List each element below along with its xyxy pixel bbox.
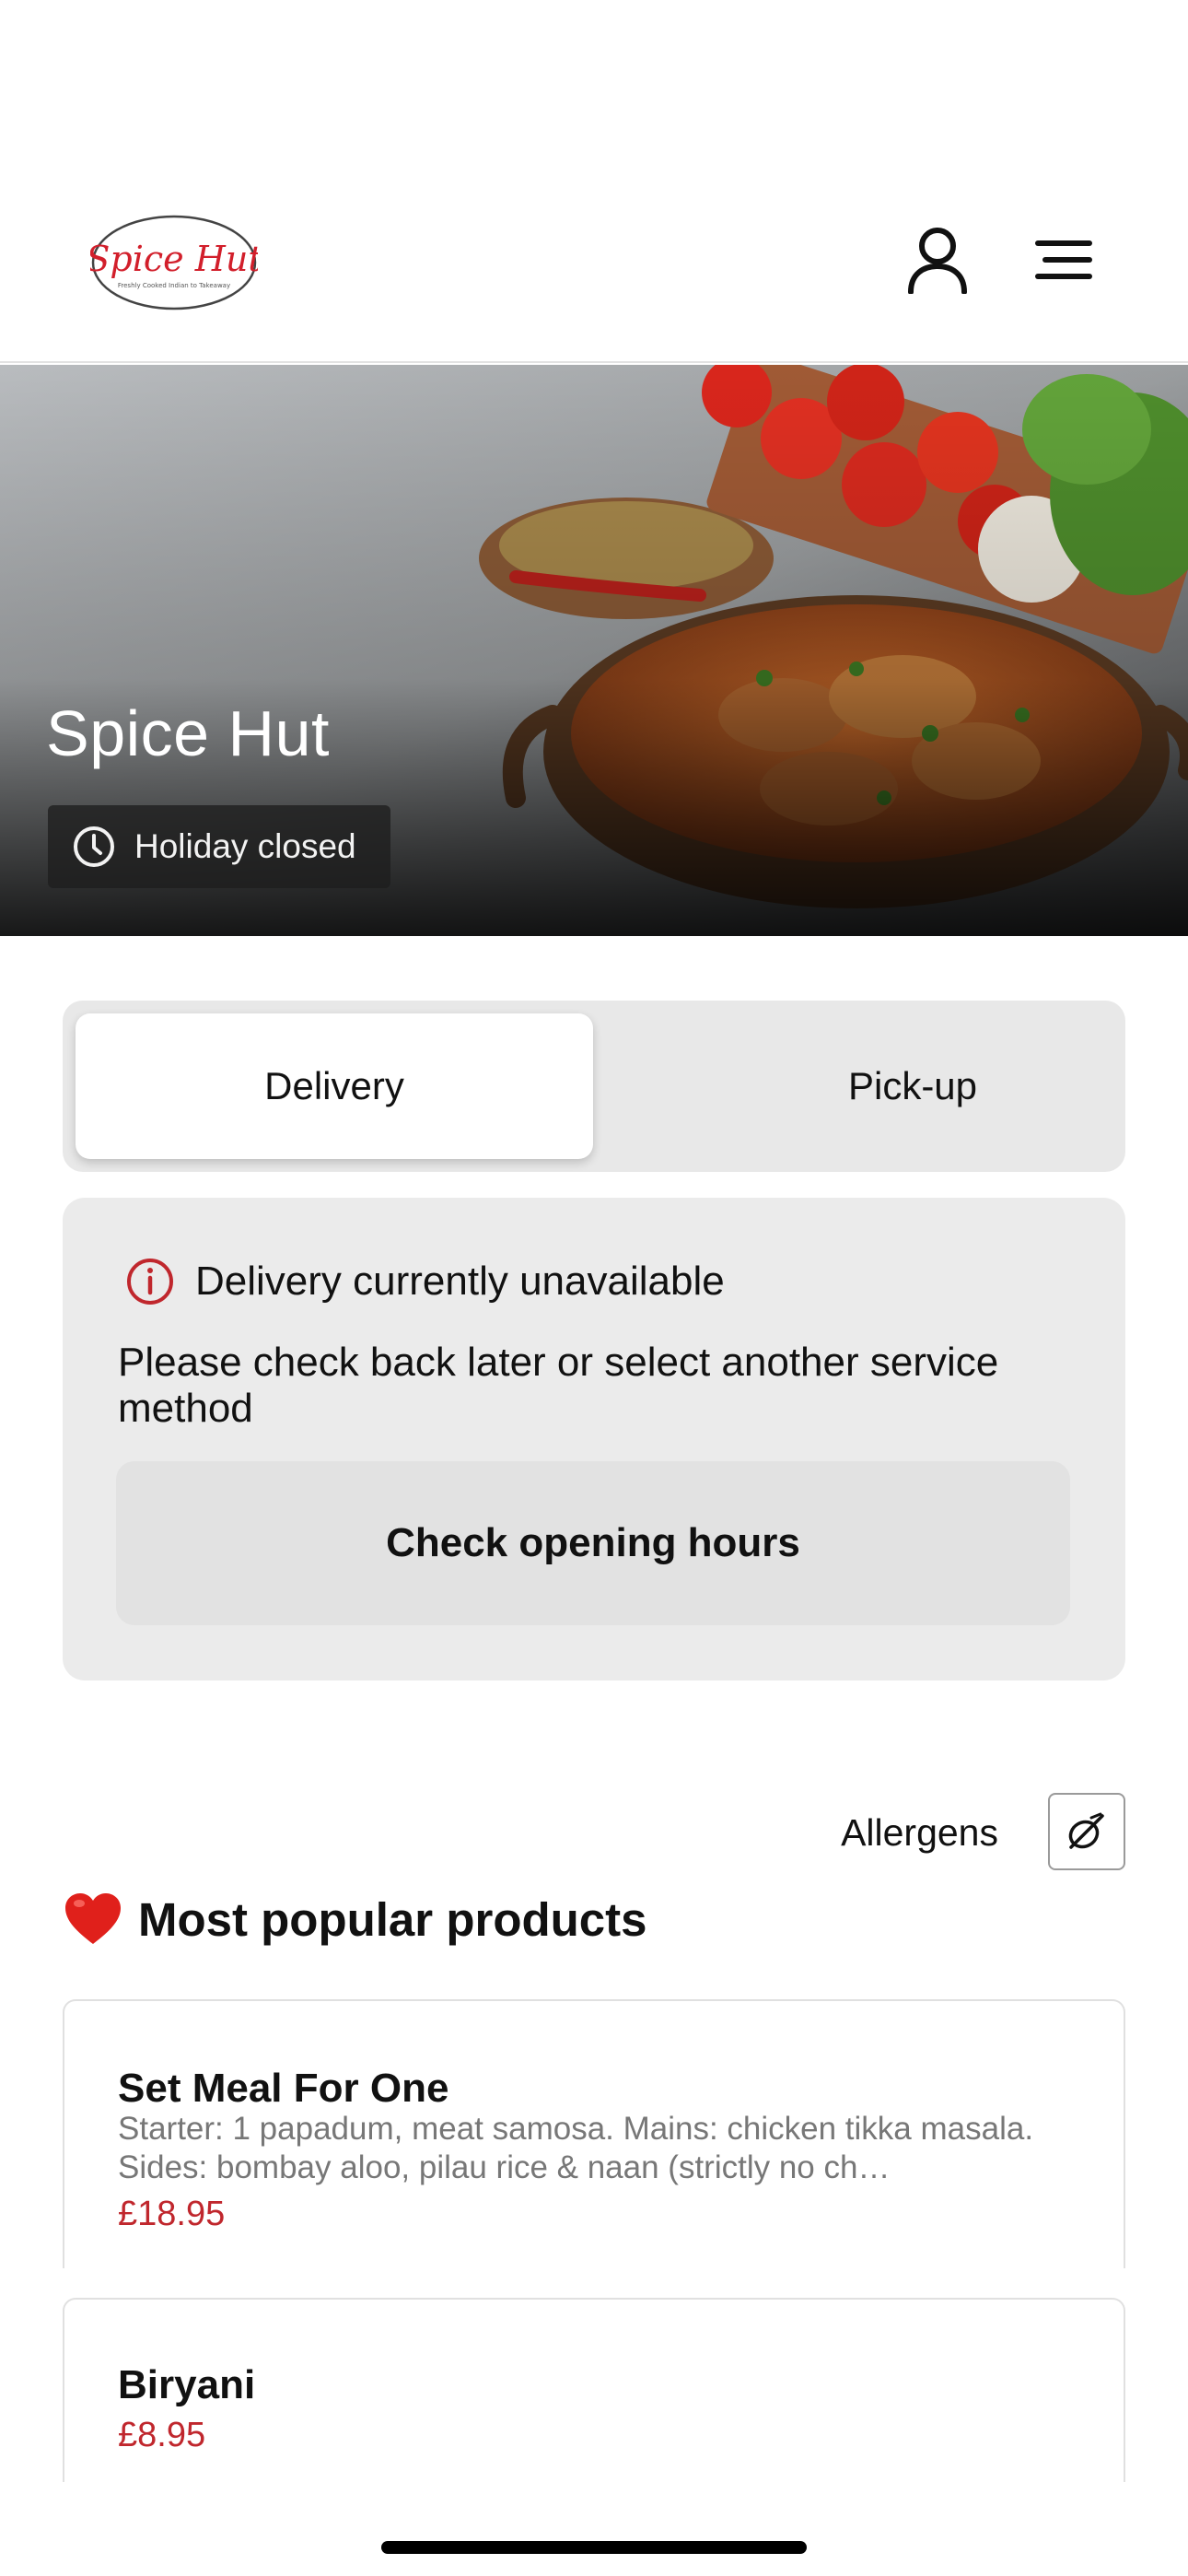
product-card[interactable]: Biryani £8.95 (63, 2298, 1125, 2482)
menu-button[interactable] (1026, 223, 1100, 297)
allergens-label: Allergens (841, 1811, 998, 1854)
status-bar-area (0, 0, 1188, 166)
restaurant-name: Spice Hut (46, 697, 330, 769)
delivery-unavailable-notice: Delivery currently unavailable Please ch… (63, 1198, 1125, 1680)
notice-title: Delivery currently unavailable (195, 1259, 725, 1304)
product-price: £18.95 (118, 2195, 226, 2233)
hamburger-menu-icon (1035, 240, 1092, 279)
popular-products-heading: Most popular products (63, 1891, 646, 1948)
check-opening-hours-button[interactable]: Check opening hours (116, 1461, 1070, 1625)
app-header: Spice Hut Freshly Cooked Indian to Takea… (0, 166, 1188, 363)
info-icon (127, 1259, 173, 1305)
notice-message: Please check back later or select anothe… (118, 1340, 999, 1431)
tab-pickup[interactable]: Pick-up (654, 1013, 1171, 1159)
product-description: Starter: 1 papadum, meat samosa. Mains: … (118, 2111, 1034, 2185)
account-button[interactable] (901, 223, 974, 297)
service-method-toggle: Delivery Pick-up (63, 1001, 1125, 1172)
product-name: Set Meal For One (118, 2066, 449, 2111)
logo-tagline: Freshly Cooked Indian to Takeaway (118, 282, 230, 289)
notice-header: Delivery currently unavailable (125, 1257, 725, 1306)
hero-banner: Spice Hut Holiday closed (0, 365, 1188, 936)
opening-status-badge: Holiday closed (48, 805, 390, 888)
opening-status-text: Holiday closed (134, 827, 356, 865)
product-price: £8.95 (118, 2416, 206, 2454)
spice-hut-logo[interactable]: Spice Hut Freshly Cooked Indian to Takea… (86, 214, 262, 311)
section-title: Most popular products (138, 1892, 647, 1946)
user-icon (908, 228, 967, 294)
allergens-row: Allergens (0, 1793, 1188, 1870)
clock-icon (74, 826, 114, 867)
home-indicator[interactable] (381, 2541, 807, 2554)
logo-wordmark: Spice Hut (90, 239, 258, 279)
allergens-button[interactable] (1048, 1793, 1125, 1870)
allergen-filter-icon (1068, 1812, 1104, 1849)
product-name: Biryani (118, 2362, 256, 2407)
product-card[interactable]: Set Meal For One Starter: 1 papadum, mea… (63, 1999, 1125, 2268)
heart-icon (65, 1893, 121, 1944)
tab-delivery[interactable]: Delivery (76, 1013, 593, 1159)
